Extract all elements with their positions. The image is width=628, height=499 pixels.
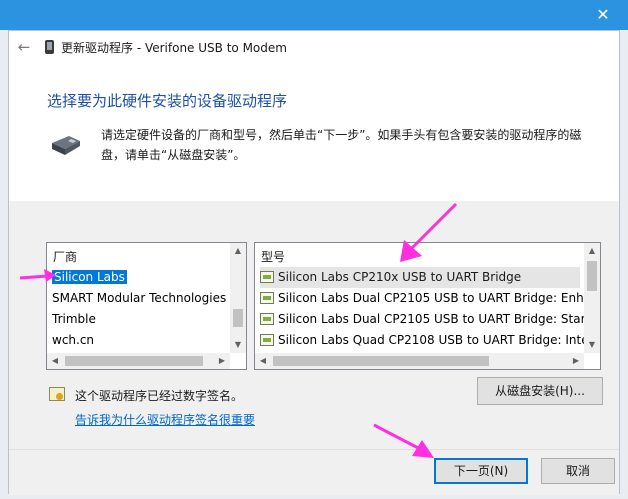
manufacturer-list-header: 厂商 xyxy=(53,250,78,264)
scrollbar-thumb[interactable] xyxy=(273,356,489,366)
manufacturer-list[interactable]: 厂商 Silicon Labs SMART Modular Technologi… xyxy=(46,242,247,370)
list-item-model[interactable]: Silicon Labs CP210x USB to UART Bridge xyxy=(260,267,580,288)
scroll-left-icon[interactable]: ◀ xyxy=(255,353,271,369)
list-item-model[interactable]: Silicon Labs Dual CP2105 USB to UART Bri… xyxy=(260,288,600,309)
scrollbar-thumb[interactable] xyxy=(587,261,597,291)
manufacturer-horizontal-scrollbar[interactable]: ◀ ▶ xyxy=(47,353,230,369)
cancel-button[interactable]: 取消 xyxy=(541,458,615,484)
scroll-up-icon[interactable]: ▲ xyxy=(230,243,246,259)
driver-package-icon xyxy=(260,292,274,304)
update-driver-dialog: ← 更新驱动程序 - Verifone USB to Modem 选择要为此硬件… xyxy=(8,30,620,495)
list-item-manufacturer[interactable]: Silicon Labs xyxy=(52,267,127,288)
scroll-right-icon[interactable]: ▶ xyxy=(214,353,230,369)
driver-package-icon xyxy=(260,334,274,346)
driver-package-icon xyxy=(260,271,274,283)
dialog-titlebar: ← 更新驱动程序 - Verifone USB to Modem xyxy=(9,31,619,63)
scroll-up-icon[interactable]: ▲ xyxy=(584,243,600,259)
list-item-manufacturer[interactable]: wch.cn xyxy=(52,330,94,351)
model-list-header: 型号 xyxy=(261,250,286,264)
window-title: 更新驱动程序 - Verifone USB to Modem xyxy=(61,41,287,55)
manufacturer-vertical-scrollbar[interactable]: ▲ ▼ xyxy=(230,243,246,353)
annotation-arrow-next xyxy=(373,423,434,458)
next-button[interactable]: 下一页(N) xyxy=(434,458,528,484)
annotation-arrow-model xyxy=(400,202,458,262)
device-manager-icon xyxy=(45,40,54,54)
model-vertical-scrollbar[interactable]: ▲ ▼ xyxy=(584,243,600,353)
close-icon[interactable]: ✕ xyxy=(592,4,614,26)
scrollbar-thumb[interactable] xyxy=(65,356,203,366)
list-item-model[interactable]: Silicon Labs Dual CP2105 USB to UART Bri… xyxy=(260,309,600,330)
scroll-left-icon[interactable]: ◀ xyxy=(47,353,63,369)
driver-package-icon xyxy=(260,313,274,325)
model-horizontal-scrollbar[interactable]: ◀ ▶ xyxy=(255,353,584,369)
scroll-right-icon[interactable]: ▶ xyxy=(568,353,584,369)
background-window-titlebar: ✕ xyxy=(0,0,628,30)
instructions-text: 请选定硬件设备的厂商和型号，然后单击“下一步”。如果手头有包含要安装的驱动程序的… xyxy=(101,128,582,162)
list-item-manufacturer[interactable]: Trimble xyxy=(52,309,96,330)
certificate-icon xyxy=(49,387,65,401)
annotation-arrow-manufacturer xyxy=(19,269,56,282)
scroll-down-icon[interactable]: ▼ xyxy=(230,337,246,353)
list-item-model[interactable]: Silicon Labs Quad CP2108 USB to UART Bri… xyxy=(260,330,600,351)
have-disk-button[interactable]: 从磁盘安装(H)... xyxy=(477,377,603,405)
list-item-manufacturer[interactable]: SMART Modular Technologies xyxy=(52,288,226,309)
scrollbar-thumb[interactable] xyxy=(233,309,243,327)
usb-device-icon xyxy=(52,136,80,155)
page-heading: 选择要为此硬件安装的设备驱动程序 xyxy=(47,92,288,110)
dialog-header: 选择要为此硬件安装的设备驱动程序 请选定硬件设备的厂商和型号，然后单击“下一步”… xyxy=(9,63,619,201)
scroll-down-icon[interactable]: ▼ xyxy=(584,337,600,353)
signature-status-text: 这个驱动程序已经过数字签名。 xyxy=(75,389,244,403)
back-arrow-icon[interactable]: ← xyxy=(15,38,33,56)
driver-signing-help-link[interactable]: 告诉我为什么驱动程序签名很重要 xyxy=(75,411,255,428)
